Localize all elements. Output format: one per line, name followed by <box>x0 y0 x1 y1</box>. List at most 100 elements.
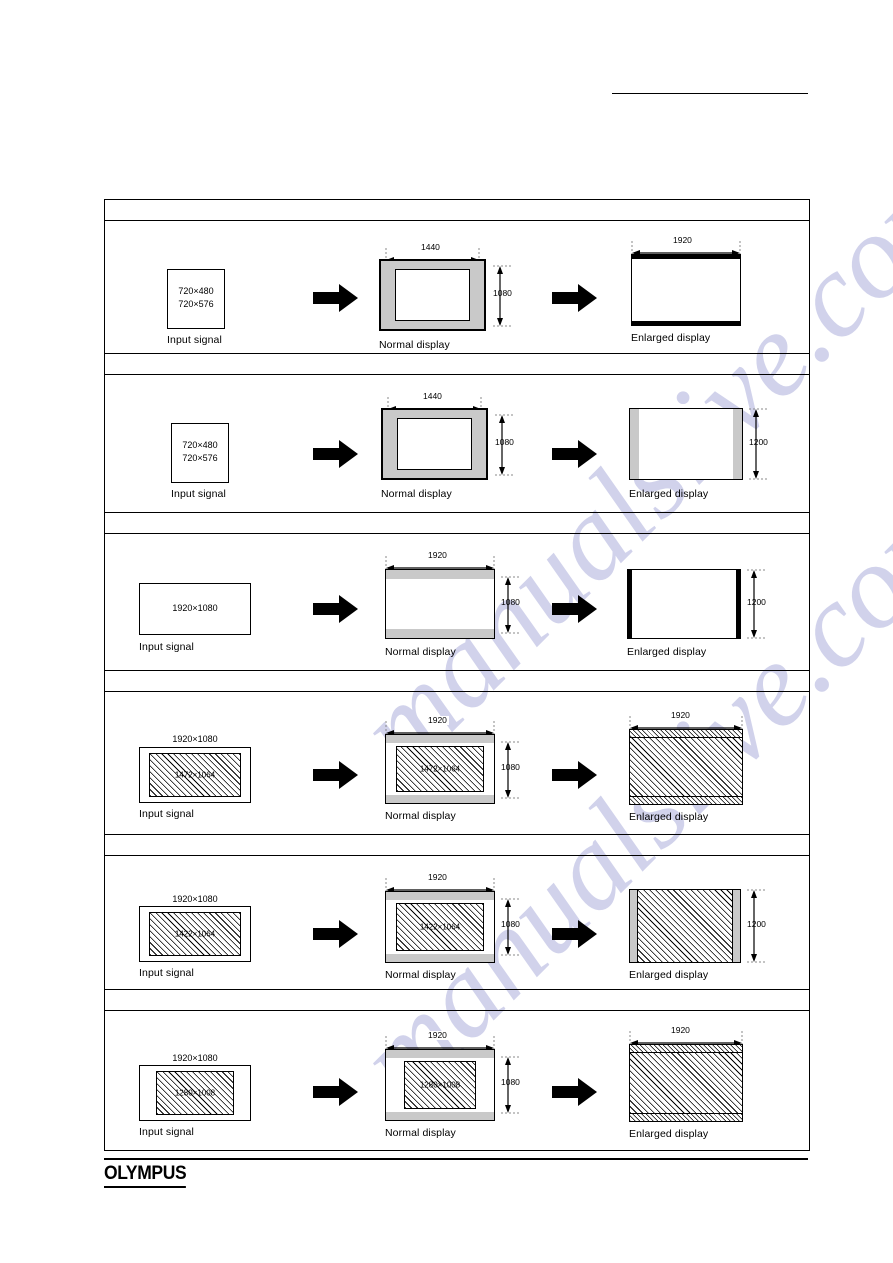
footer-rule <box>104 1158 808 1160</box>
diagram-row-6: 1920×1080 1280×1008 Input signal 1920 12… <box>105 1011 809 1151</box>
normal-active-area-hatched: 1280×1008 <box>404 1061 476 1109</box>
left-pillarbox-bar <box>630 890 637 962</box>
normal-inner-resolution-label: 1280×1008 <box>419 1080 461 1090</box>
width-dimension-value: 1920 <box>669 710 692 720</box>
enlarged-display-caption: Enlarged display <box>629 811 709 823</box>
input-outer-resolution-label: 1920×1080 <box>172 734 218 744</box>
right-arrow-icon <box>313 919 359 949</box>
enlarged-display-caption: Enlarged display <box>629 488 709 500</box>
input-resolution-line-2: 720×576 <box>178 299 214 309</box>
right-arrow-icon <box>313 760 359 790</box>
width-dimension-value: 1920 <box>426 715 449 725</box>
enlarged-display-caption: Enlarged display <box>629 969 709 981</box>
width-dimension-value: 1920 <box>426 550 449 560</box>
width-dimension-value: 1920 <box>669 1025 692 1035</box>
normal-display-cell-4: 1920 1472×1064 1080 Normal display <box>371 692 539 834</box>
enlarged-display-frame <box>629 889 741 963</box>
right-pillarbox-bar <box>736 570 740 638</box>
input-signal-box: 1422×1064 <box>139 906 251 962</box>
arrow-cell-6a <box>301 1011 371 1150</box>
input-signal-cell-2: 720×480 720×576 Input signal <box>105 375 301 512</box>
arrow-cell-4b <box>539 692 611 834</box>
input-signal-box: 1472×1064 <box>139 747 251 803</box>
normal-display-caption: Normal display <box>379 339 450 351</box>
enlarged-display-cell-4: 1920 Enlarged display <box>611 692 807 834</box>
diagram-row-5: 1920×1080 1422×1064 Input signal 1920 14… <box>105 856 809 990</box>
top-letterbox-bar <box>386 570 494 579</box>
normal-active-area-hatched: 1472×1064 <box>396 746 484 792</box>
enlarged-display-cell-3: 1200 Enlarged display <box>611 534 807 670</box>
section-band-3 <box>105 513 809 534</box>
enlarged-display-caption: Enlarged display <box>631 332 711 344</box>
olympus-logo: OLYMPUS <box>104 1163 187 1188</box>
input-inner-resolution-label: 1422×1064 <box>174 929 216 939</box>
bottom-letterbox-bar <box>386 629 494 638</box>
normal-display-cell-3: 1920 1080 Normal display <box>371 534 539 670</box>
enlarged-display-cell-6: 1920 Enlarged display <box>611 1011 807 1150</box>
enlarged-display-cell-1: 1920 Enlarged display <box>611 221 807 353</box>
input-resolution-line-1: 1920×1080 <box>172 603 218 613</box>
arrow-cell-6b <box>539 1011 611 1150</box>
section-band-2 <box>105 354 809 375</box>
input-signal-cell-4: 1920×1080 1472×1064 Input signal <box>105 692 301 834</box>
normal-display-caption: Normal display <box>385 1127 456 1139</box>
diagram-row-4: 1920×1080 1472×1064 Input signal 1920 14… <box>105 692 809 835</box>
right-arrow-icon <box>313 283 359 313</box>
right-arrow-icon <box>552 1077 598 1107</box>
enlarged-display-cell-5: 1200 Enlarged display <box>611 856 807 989</box>
input-signal-caption: Input signal <box>139 641 194 653</box>
input-outer-resolution-label: 1920×1080 <box>172 1053 218 1063</box>
arrow-cell-1b <box>539 221 611 353</box>
input-signal-box: 1920×1080 <box>139 583 251 635</box>
right-pillarbox-bar <box>733 409 742 479</box>
width-dimension-value: 1440 <box>419 242 442 252</box>
normal-display-frame: 1422×1064 <box>385 891 495 963</box>
input-signal-cell-6: 1920×1080 1280×1008 Input signal <box>105 1011 301 1150</box>
enlarged-display-caption: Enlarged display <box>627 646 707 658</box>
input-resolution-line-1: 720×480 <box>182 440 218 450</box>
right-arrow-icon <box>313 439 359 469</box>
section-band-6 <box>105 990 809 1011</box>
bottom-letterbox-bar <box>386 1112 494 1120</box>
normal-inner-resolution-label: 1472×1064 <box>419 764 461 774</box>
normal-display-active-area <box>397 418 472 470</box>
input-resolution-line-1: 720×480 <box>178 286 214 296</box>
normal-display-cell-6: 1920 1280×1008 1080 Normal display <box>371 1011 539 1150</box>
right-arrow-icon <box>552 594 598 624</box>
input-signal-box: 1280×1008 <box>139 1065 251 1121</box>
diagram-row-3: 1920×1080 Input signal 1920 1080 Normal … <box>105 534 809 671</box>
normal-display-cell-5: 1920 1422×1064 1080 Normal display <box>371 856 539 989</box>
enlarged-active-area-hatched <box>630 1052 742 1114</box>
arrow-cell-4a <box>301 692 371 834</box>
height-dimension-value: 1080 <box>501 919 520 929</box>
normal-display-caption: Normal display <box>381 488 452 500</box>
right-arrow-icon <box>313 594 359 624</box>
input-resolution-line-2: 720×576 <box>182 453 218 463</box>
normal-display-cell-2: 1440 1080 Normal display <box>371 375 539 512</box>
arrow-cell-1a <box>301 221 371 353</box>
normal-display-frame: 1280×1008 <box>385 1049 495 1121</box>
top-letterbox-bar <box>632 255 740 259</box>
top-letterbox-bar <box>386 892 494 900</box>
arrow-cell-2a <box>301 375 371 512</box>
right-arrow-icon <box>552 283 598 313</box>
enlarged-display-caption: Enlarged display <box>629 1128 709 1140</box>
left-pillarbox-bar <box>628 570 632 638</box>
height-dimension-value: 1200 <box>749 437 768 447</box>
width-dimension-value: 1920 <box>426 872 449 882</box>
arrow-cell-2b <box>539 375 611 512</box>
enlarged-active-area-hatched <box>630 737 742 797</box>
height-dimension-value: 1080 <box>501 762 520 772</box>
enlarged-display-frame <box>631 254 741 326</box>
bottom-letterbox-bar <box>632 321 740 325</box>
normal-display-active-area <box>395 269 470 321</box>
input-signal-cell-5: 1920×1080 1422×1064 Input signal <box>105 856 301 989</box>
right-arrow-icon <box>552 760 598 790</box>
arrow-cell-3a <box>301 534 371 670</box>
section-band-5 <box>105 835 809 856</box>
bottom-letterbox-bar <box>386 954 494 962</box>
bottom-letterbox-bar <box>386 795 494 803</box>
arrow-cell-5a <box>301 856 371 989</box>
top-letterbox-bar <box>386 735 494 743</box>
enlarged-display-frame <box>629 408 743 480</box>
